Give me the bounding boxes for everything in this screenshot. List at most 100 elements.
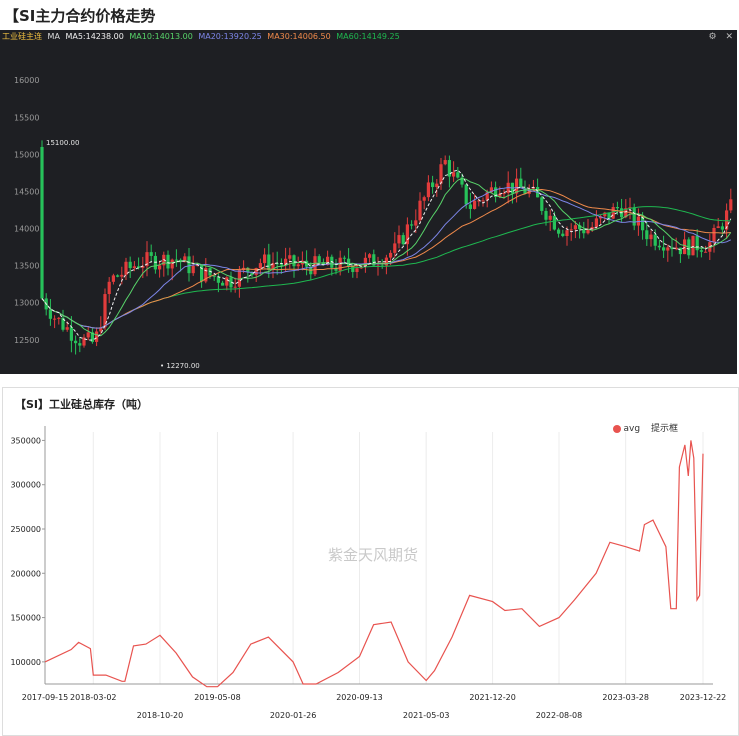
candle-body	[662, 247, 666, 251]
candle-body	[712, 227, 716, 243]
ma10-label: MA10:14013.00	[129, 32, 193, 41]
x-tick-label: 2023-12-22	[680, 693, 727, 702]
watermark-text: 紫金天风期货	[328, 546, 418, 564]
candle-body	[414, 220, 418, 226]
candle-body	[296, 264, 300, 267]
y-tick-label: 250000	[10, 525, 41, 534]
candle-body	[351, 266, 355, 273]
candle-body	[48, 309, 52, 319]
candle-body	[170, 259, 174, 269]
x-tick-label: 2018-10-20	[137, 711, 184, 720]
candle-body	[473, 200, 477, 209]
inventory-plot: 2017-09-15 2018-03-02 2019-05-08 2020-09-13…	[10, 426, 727, 720]
candle-body	[594, 218, 598, 227]
candle-body	[267, 254, 271, 271]
kline-plot: 16000 15500 15000 14500 14000 13500 13000 12500…	[14, 76, 733, 370]
candle-body	[435, 183, 439, 188]
candle-body	[439, 164, 443, 184]
y-tick-label: 150000	[10, 614, 41, 623]
kline-chart-panel[interactable]: 工业硅主连 MA MA5:14238.00 MA10:14013.00 MA20…	[0, 30, 737, 374]
candle-body	[632, 207, 636, 226]
candle-body	[95, 331, 99, 342]
candle-body	[166, 254, 170, 269]
x-tick-label: 2020-09-13	[336, 693, 383, 702]
candle-body	[683, 239, 687, 255]
candle-body	[691, 235, 695, 256]
kline-high-label: 15100.00	[46, 139, 79, 147]
candle-body	[422, 197, 426, 201]
x-tick-label: 2019-05-08	[194, 693, 241, 702]
candle-body	[426, 182, 430, 198]
settings-icon[interactable]: ⚙	[709, 32, 717, 42]
candle-body	[132, 266, 136, 269]
candle-body	[389, 252, 393, 258]
candle-body	[216, 276, 220, 283]
kline-ytick-label: 16000	[14, 76, 39, 85]
candle-body	[716, 226, 720, 228]
candle-body	[519, 178, 523, 188]
ma5-label: MA5:14238.00	[65, 32, 124, 41]
candle-body	[615, 206, 619, 209]
candle-body	[258, 263, 262, 269]
candle-body	[288, 255, 292, 259]
inventory-chart-panel: 【SI】工业硅总库存（吨） avg 提示框 2017-09-15 2018-03-…	[2, 387, 739, 736]
candle-body	[355, 268, 359, 273]
candle-body	[573, 225, 577, 230]
candle-body	[666, 247, 670, 251]
candle-body	[720, 226, 724, 230]
candle-body	[233, 286, 237, 288]
page-title: 【SI主力合约价格走势	[4, 7, 156, 25]
candle-body	[544, 210, 548, 220]
candle-body	[729, 199, 733, 211]
candle-body	[393, 243, 397, 253]
ma60-label: MA60:14149.25	[336, 32, 400, 41]
candle-body	[107, 281, 111, 295]
kline-ytick-label: 12500	[14, 336, 39, 345]
candle-body	[443, 160, 447, 165]
candle-body	[263, 254, 267, 264]
candle-body	[128, 261, 132, 269]
candle-body	[456, 172, 460, 178]
ma30-label: MA30:14006.50	[267, 32, 331, 41]
y-tick-label: 300000	[10, 481, 41, 490]
candle-body	[191, 265, 195, 274]
x-tick-label: 2021-12-20	[469, 693, 516, 702]
x-tick-label: 2022-08-08	[536, 711, 583, 720]
kline-ytick-label: 13000	[14, 299, 39, 308]
candle-body	[468, 204, 472, 209]
candle-body	[704, 251, 708, 253]
candle-body	[397, 235, 401, 244]
candle-body	[645, 230, 649, 240]
candle-body	[116, 275, 120, 277]
candle-body	[368, 254, 372, 258]
candle-body	[40, 146, 44, 299]
candle-body	[410, 224, 414, 226]
candle-body	[347, 258, 351, 267]
candle-body	[149, 252, 153, 256]
candle-body	[279, 264, 283, 266]
ma20-label: MA20:13920.25	[198, 32, 262, 41]
x-tick-label: 2020-01-26	[270, 711, 317, 720]
candle-body	[401, 235, 405, 245]
candle-body	[53, 318, 57, 320]
candle-body	[565, 230, 569, 237]
candle-body	[552, 215, 556, 230]
contract-label: 工业硅主连	[2, 32, 42, 41]
kline-ytick-label: 15000	[14, 150, 39, 159]
candle-body	[174, 259, 178, 261]
candle-body	[120, 274, 124, 277]
candle-body	[187, 256, 191, 274]
x-tick-label: 2021-05-03	[403, 711, 450, 720]
kline-ytick-label: 14500	[14, 187, 39, 196]
y-tick-label: 100000	[10, 658, 41, 667]
candle-body	[540, 197, 544, 211]
candle-body	[111, 275, 115, 282]
candle-body	[611, 206, 615, 219]
candle-body	[452, 172, 456, 177]
close-icon[interactable]: ✕	[725, 32, 733, 42]
candle-body	[653, 234, 657, 246]
ma-label: MA	[47, 32, 60, 41]
candle-body	[699, 250, 703, 252]
candle-body	[431, 182, 435, 188]
candle-body	[569, 229, 573, 231]
